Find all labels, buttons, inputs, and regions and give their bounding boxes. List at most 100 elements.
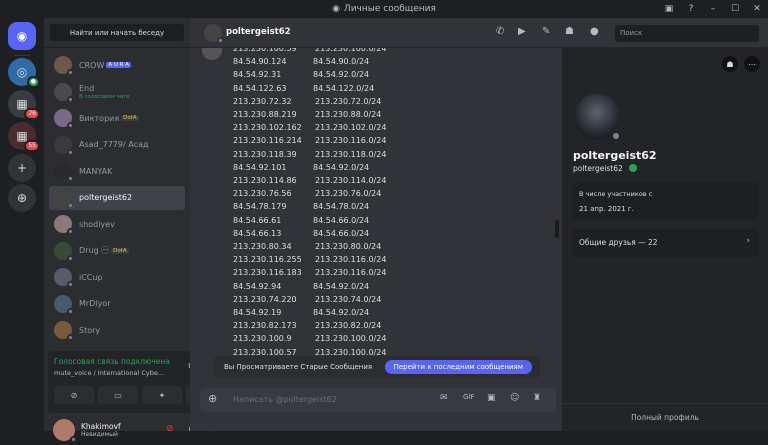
add-server-icon[interactable]: + xyxy=(8,154,36,182)
header-username: poltergeist62 xyxy=(226,27,291,37)
camera-off-icon[interactable]: ⊘ xyxy=(54,386,94,404)
sticker-icon[interactable]: ▣ xyxy=(487,393,496,403)
dm-item[interactable]: End В голосовом чате xyxy=(49,80,185,104)
voice-channel[interactable]: mute_voice / International Cybe... xyxy=(54,369,178,377)
gif-icon[interactable]: GIF xyxy=(463,393,475,401)
dm-item[interactable]: poltergeist62 xyxy=(49,185,185,210)
dm-name: Drug ㊀ xyxy=(79,246,110,255)
status-indicator xyxy=(67,307,74,315)
divider xyxy=(14,55,30,56)
status-indicator xyxy=(67,281,74,288)
ip-address: 213.230.74.220 xyxy=(233,294,297,304)
dm-item[interactable]: Drug ㊀ DotA xyxy=(49,239,185,263)
status-indicator xyxy=(610,130,622,142)
ip-address: 84.54.122.63 xyxy=(233,83,287,93)
status-indicator xyxy=(67,148,74,156)
dm-item[interactable]: shodiyev xyxy=(49,212,185,236)
profile-avatar[interactable] xyxy=(570,90,624,144)
ip-subnet: 213.230.76.0/24 xyxy=(315,189,382,199)
avatar[interactable] xyxy=(53,419,77,443)
full-profile-link[interactable]: Полный профиль xyxy=(562,413,768,422)
minimize-button[interactable]: – xyxy=(702,0,724,18)
status-indicator xyxy=(67,95,74,103)
username: Khakimovf xyxy=(81,422,121,431)
ip-subnet: 213.230.100.0/24 xyxy=(315,334,387,344)
status-indicator xyxy=(67,254,74,262)
message-line: 84.54.92.31 84.54.92.0/24 xyxy=(233,70,369,80)
server-icon[interactable]: ▦ 55 xyxy=(8,122,40,152)
scrollbar[interactable] xyxy=(555,220,559,238)
emoji-icon[interactable]: ☺ xyxy=(510,393,519,403)
message-input-box: ⊕ Написать @poltergeist62 ✉ GIF ▣ ☺ ♜ xyxy=(200,388,556,412)
dm-sidebar: Найти или начать беседу CROW A U R A End В … xyxy=(44,18,230,443)
add-attachment-icon[interactable]: ⊕ xyxy=(208,392,217,405)
ip-subnet: 213.230.114.0/24 xyxy=(315,176,387,185)
dm-tag: DotA xyxy=(111,247,129,254)
profile-username: poltergeist62 xyxy=(573,164,623,173)
find-conversation-button[interactable]: Найти или начать беседу xyxy=(50,24,184,41)
mutual-friends-card[interactable]: Общие друзья — 22 › xyxy=(572,229,758,257)
explore-icon[interactable]: ⊕ xyxy=(8,184,36,212)
avatar xyxy=(54,135,74,156)
help-icon[interactable]: ? xyxy=(680,0,702,18)
message-line: 213.230.118.39 213.230.118.0/24 xyxy=(233,149,386,159)
ip-subnet: 213.230.72.0/24 xyxy=(315,96,382,106)
badge-icon xyxy=(629,164,637,172)
jump-to-present-button[interactable]: Перейти к последним сообщениям xyxy=(384,360,532,374)
dm-item[interactable]: iCCup xyxy=(49,265,185,289)
message-line: 84.54.66.61 84.54.66.0/24 xyxy=(233,216,369,225)
ip-address: 84.54.92.31 xyxy=(233,70,282,80)
close-button[interactable]: ✕ xyxy=(746,0,768,18)
ip-address: 213.230.116.214 xyxy=(233,136,302,146)
inbox-icon[interactable]: ▣ xyxy=(658,0,680,18)
ip-address: 213.230.116.183 xyxy=(233,268,302,278)
avatar[interactable] xyxy=(204,24,224,44)
more-options-icon[interactable]: ⋯ xyxy=(744,56,760,72)
dm-item[interactable]: CROW A U R A xyxy=(49,53,185,77)
mute-mic-icon[interactable]: ⊘ xyxy=(166,424,174,434)
server-icon[interactable]: ▦ 26 xyxy=(8,90,40,120)
video-call-icon[interactable]: ▶ xyxy=(518,26,526,37)
ip-address: 213.230.118.39 xyxy=(233,149,297,159)
dm-name: Story xyxy=(79,325,101,335)
search-input[interactable]: Поиск xyxy=(615,25,759,42)
add-friends-icon[interactable]: ☗ xyxy=(565,26,574,37)
status-indicator xyxy=(67,334,74,341)
ip-subnet: 84.54.92.0/24 xyxy=(313,281,370,291)
ip-subnet: 213.230.116.0/24 xyxy=(315,136,387,146)
dm-item[interactable]: MrDiyor xyxy=(49,292,185,316)
profile-panel: ☗ ⋯ poltergeist62 poltergeist62 В числе … xyxy=(562,48,768,431)
ip-subnet: 213.230.116.0/24 xyxy=(315,255,387,265)
server-list: ◉ ◎ ● ▦ 26 ▦ 55 + ⊕ xyxy=(0,18,44,431)
ip-address: 84.54.66.13 xyxy=(233,228,282,238)
status-indicator xyxy=(67,122,74,129)
chat-header: poltergeist62 ✆ ▶ ✎ ☗ ● Поиск xyxy=(190,18,768,48)
avatar xyxy=(54,162,74,182)
server-icon[interactable]: ◎ ● xyxy=(8,58,40,88)
user-profile-icon[interactable]: ● xyxy=(590,26,599,37)
dm-item[interactable]: Asad_7779/ Асад xyxy=(49,133,185,157)
activity-icon[interactable]: ✦ xyxy=(142,386,182,404)
ip-address: 84.54.92.94 xyxy=(233,281,282,291)
apps-icon[interactable]: ♜ xyxy=(533,393,541,403)
avatar xyxy=(54,188,74,209)
home-button[interactable]: ◉ xyxy=(8,22,36,50)
gift-icon[interactable]: ✉ xyxy=(440,393,448,403)
title-bar: ◉ Личные сообщения ▣ ? – ☐ ✕ xyxy=(0,0,768,18)
avatar[interactable] xyxy=(202,48,222,60)
voice-call-icon[interactable]: ✆ xyxy=(496,26,504,37)
ip-address: 213.230.72.32 xyxy=(233,96,292,106)
screen-share-icon[interactable]: ▭ xyxy=(98,386,138,404)
ip-subnet: 213.230.80.0/24 xyxy=(315,242,382,251)
pinned-icon[interactable]: ✎ xyxy=(542,26,550,37)
dm-item[interactable]: Story xyxy=(49,318,185,342)
avatar xyxy=(54,294,74,315)
message-line: 213.230.102.162 213.230.102.0/24 xyxy=(233,123,386,132)
user-status: Невидимый xyxy=(81,431,118,438)
message-input[interactable]: Написать @poltergeist62 xyxy=(233,395,337,404)
dm-item[interactable]: MANYAK xyxy=(49,159,185,183)
ip-address: 213.230.88.219 xyxy=(233,110,297,119)
dm-item[interactable]: Виктория DotA xyxy=(49,106,185,130)
add-friend-icon[interactable]: ☗ xyxy=(722,56,738,72)
maximize-button[interactable]: ☐ xyxy=(724,0,746,18)
